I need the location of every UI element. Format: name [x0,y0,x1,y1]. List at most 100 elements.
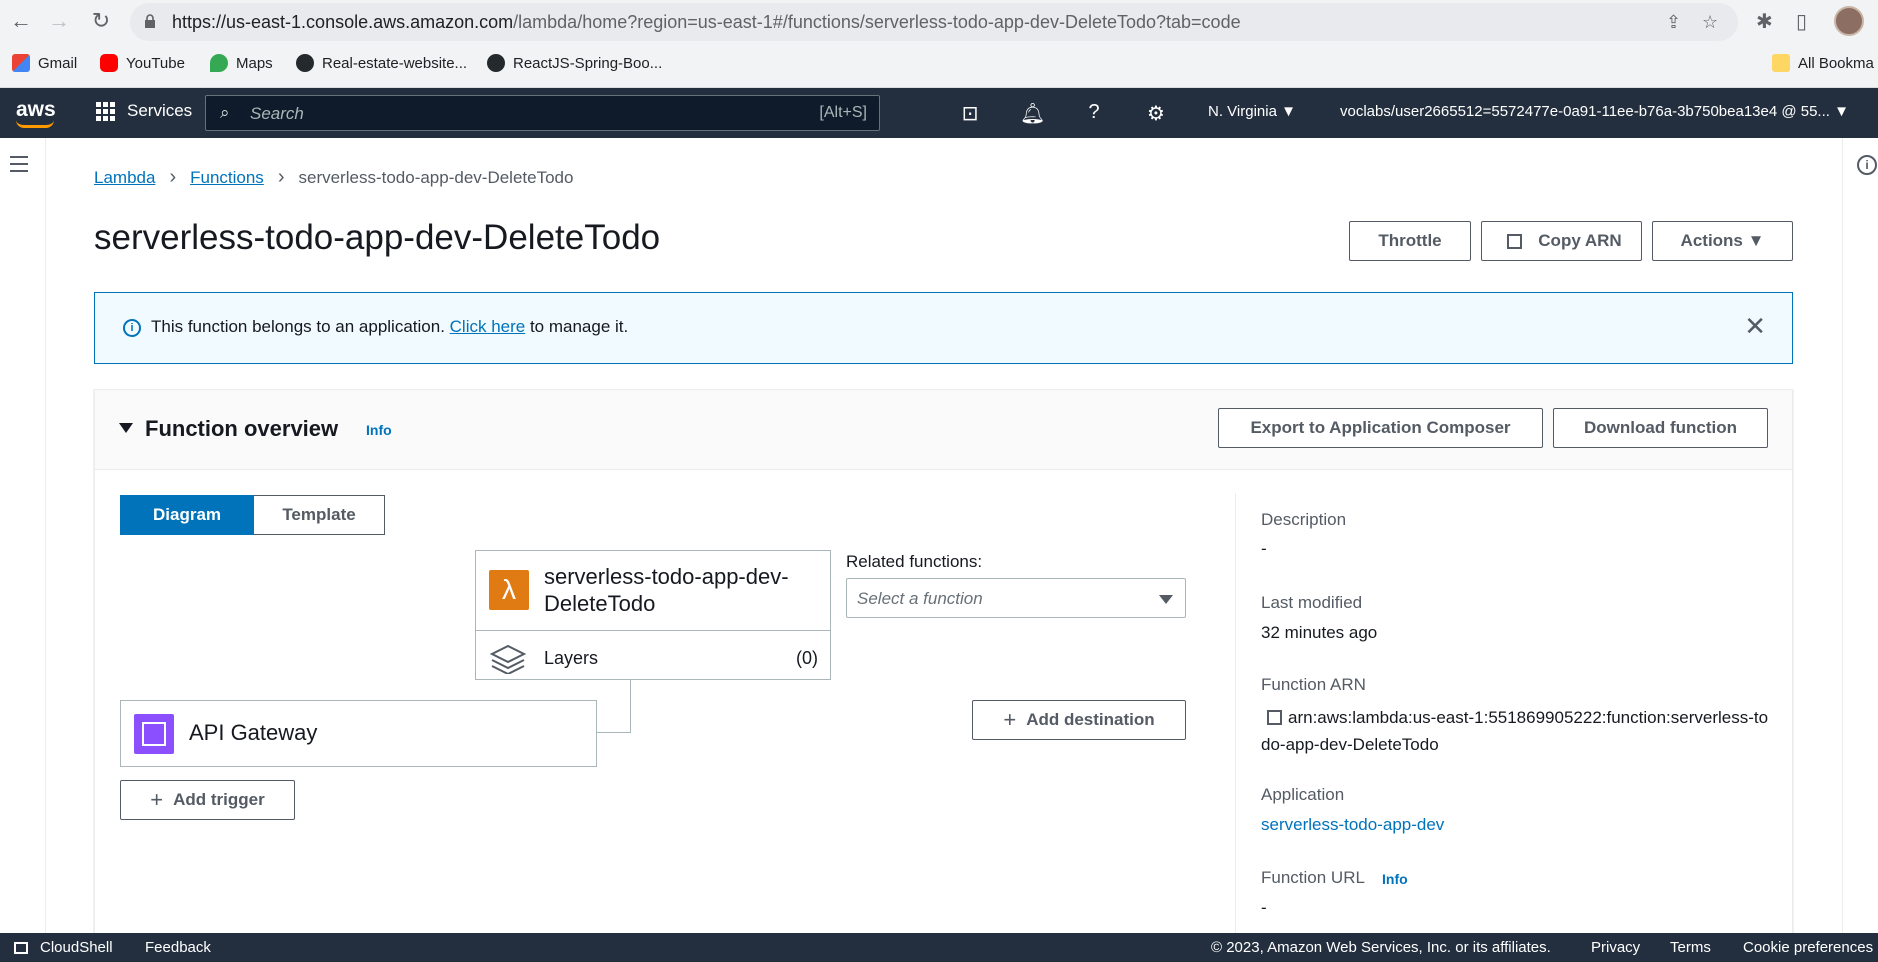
description-value: - [1261,539,1267,558]
copyright-text: © 2023, Amazon Web Services, Inc. or its… [1211,939,1551,956]
services-menu[interactable]: Services [96,101,192,121]
function-node-name: serverless-todo-app-dev-DeleteTodo [544,564,789,616]
layers-icon [490,644,526,674]
search-icon: ⌕ [220,103,230,122]
add-trigger-button[interactable]: + Add trigger [120,780,295,820]
help-icon[interactable]: ? [1082,101,1106,124]
cloudshell-icon [14,942,28,954]
actions-button[interactable]: Actions ▼ [1652,221,1793,261]
related-functions-select[interactable]: Select a function [846,578,1186,618]
breadcrumb-functions[interactable]: Functions [190,168,264,188]
add-destination-button[interactable]: + Add destination [972,700,1186,740]
bookmark-maps[interactable]: Maps [210,54,273,72]
download-function-button[interactable]: Download function [1553,408,1768,448]
browser-chrome: ← → ↻ https://us-east-1.console.aws.amaz… [0,0,1878,88]
plus-icon: + [150,787,164,812]
trigger-label: API Gateway [189,720,318,745]
side-nav-rail [0,138,46,933]
region-selector[interactable]: N. Virginia ▼ [1208,103,1296,120]
info-flashbar: i This function belongs to an applicatio… [94,292,1793,364]
account-menu[interactable]: voclabs/user2665512=5572477e-0a91-11ee-b… [1340,103,1849,120]
back-icon[interactable]: ← [8,8,34,34]
search-shortcut: [Alt+S] [819,104,867,121]
search-input[interactable]: ⌕ Search [Alt+S] [205,95,880,131]
aws-logo[interactable]: aws [16,98,56,128]
lock-icon [145,14,155,28]
bookmark-star-icon[interactable]: ☆ [1702,12,1718,33]
chevron-right-icon: › [277,166,285,188]
breadcrumb: Lambda › Functions › serverless-todo-app… [94,166,573,189]
maps-pin-icon [210,54,228,72]
throttle-button[interactable]: Throttle [1349,221,1471,261]
lambda-icon: λ [489,570,529,610]
services-label: Services [127,101,193,120]
diagram-connector [630,680,631,732]
application-link[interactable]: serverless-todo-app-dev [1261,815,1444,835]
copy-icon[interactable] [1267,710,1282,725]
info-icon: i [123,319,141,337]
layers-label[interactable]: Layers [544,648,598,669]
last-modified-label: Last modified [1261,593,1363,612]
github-icon [487,54,505,72]
function-arn-label: Function ARN [1261,675,1366,694]
last-modified-value: 32 minutes ago [1261,623,1378,642]
cloudshell-icon[interactable]: ⊡ [958,101,982,126]
description-label: Description [1261,510,1347,529]
aws-top-nav: aws Services ⌕ Search [Alt+S] ⊡ 🔔︎ ? ⚙ N… [0,88,1878,138]
copy-arn-button[interactable]: Copy ARN [1481,221,1642,261]
close-icon[interactable]: ✕ [1744,311,1766,342]
api-gateway-icon [134,714,174,754]
function-node[interactable]: λ serverless-todo-app-dev-DeleteTodo Lay… [475,550,831,680]
bookmarks-bar: Gmail YouTube Maps Real-estate-website..… [0,48,1878,82]
function-node-header: λ serverless-todo-app-dev-DeleteTodo [476,551,830,631]
share-icon[interactable]: ⇪ [1666,12,1681,33]
profile-avatar[interactable] [1834,6,1864,36]
flash-message: This function belongs to an application.… [151,317,629,336]
export-composer-button[interactable]: Export to Application Composer [1218,408,1543,448]
tab-diagram[interactable]: Diagram [120,495,254,535]
tab-template[interactable]: Template [254,495,385,535]
feedback-link[interactable]: Feedback [145,939,211,956]
manage-application-link[interactable]: Click here [450,317,526,336]
extensions-icon[interactable]: ✱ [1756,9,1773,34]
cloudshell-link[interactable]: CloudShell [40,939,113,956]
terms-link[interactable]: Terms [1670,939,1711,956]
bookmark-reactjs[interactable]: ReactJS-Spring-Boo... [487,54,662,72]
bookmark-gmail[interactable]: Gmail [12,54,77,72]
diagram-connector [592,732,631,733]
breadcrumb-lambda[interactable]: Lambda [94,168,155,188]
bookmark-real-estate[interactable]: Real-estate-website... [296,54,467,72]
privacy-link[interactable]: Privacy [1591,939,1640,956]
bookmark-youtube[interactable]: YouTube [100,54,185,72]
select-placeholder: Select a function [857,589,983,608]
bookmark-all[interactable]: All Bookma [1772,54,1874,72]
function-url-label: Function URL [1261,868,1365,887]
function-url-info-link[interactable]: Info [1382,871,1408,887]
search-placeholder: Search [250,104,304,123]
panel-header: Function overview Info Export to Applica… [95,390,1792,470]
cookie-preferences-link[interactable]: Cookie preferences [1743,939,1873,956]
layers-count: (0) [796,648,818,668]
github-icon [296,54,314,72]
copy-icon [1507,233,1523,249]
function-arn-value: arn:aws:lambda:us-east-1:551869905222:fu… [1261,708,1769,754]
trigger-node-api-gateway[interactable]: API Gateway [120,700,597,767]
youtube-icon [100,54,118,72]
url-text: https://us-east-1.console.aws.amazon.com… [172,12,1241,32]
panel-title: Function overview [145,416,339,441]
info-link[interactable]: Info [366,422,392,438]
breadcrumb-current: serverless-todo-app-dev-DeleteTodo [298,167,574,187]
plus-icon: + [1003,707,1017,732]
side-panel-icon[interactable]: ▯ [1796,9,1807,34]
function-overview-panel: Function overview Info Export to Applica… [94,389,1793,950]
gear-icon[interactable]: ⚙ [1144,101,1168,126]
address-bar[interactable]: https://us-east-1.console.aws.amazon.com… [130,3,1738,41]
notifications-bell-icon[interactable]: 🔔︎ [1020,101,1045,126]
info-icon[interactable]: i [1857,155,1877,175]
caret-down-icon [1159,595,1173,604]
reload-icon[interactable]: ↻ [88,8,114,34]
chevron-right-icon: › [169,166,177,188]
caret-down-icon[interactable] [119,423,133,433]
hamburger-menu-icon[interactable] [10,156,28,177]
forward-icon[interactable]: → [46,8,72,34]
